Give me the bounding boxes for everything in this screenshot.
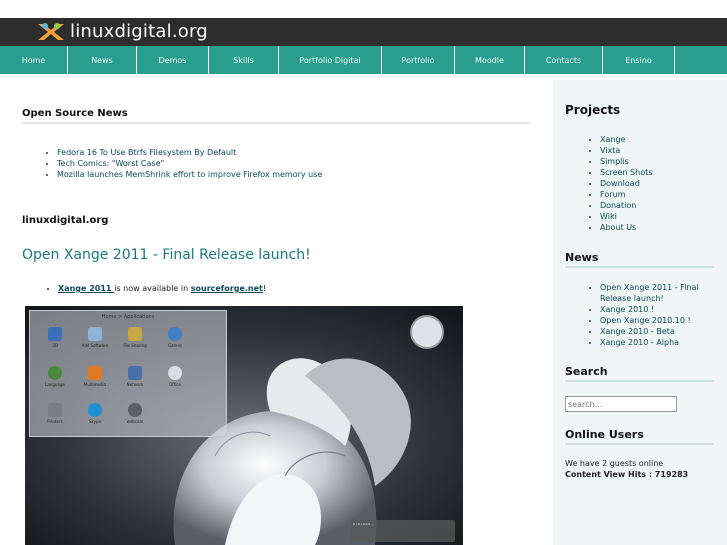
nav-demos[interactable]: Demos — [136, 46, 208, 74]
article-text-end: ! — [262, 284, 267, 293]
search-divider — [565, 380, 714, 382]
app-label: File Sharing — [123, 343, 147, 348]
project-item[interactable]: Simplis — [600, 156, 652, 167]
nav-ensino[interactable]: Ensino — [602, 46, 674, 74]
app-multimedia[interactable]: Multimedia — [76, 366, 114, 387]
applications-panel: Home > Applications 3D Add Software File… — [29, 310, 227, 437]
project-item[interactable]: About Us — [600, 222, 652, 233]
nav-portfolio[interactable]: Portfolio — [381, 46, 454, 74]
app-webcam[interactable]: webcam — [116, 403, 154, 424]
app-add-software[interactable]: Add Software — [76, 327, 114, 348]
content-view-hits: Content View Hits : 719283 — [565, 470, 689, 479]
sidebar-news-item[interactable]: Xange 2010 - Alpha — [600, 337, 714, 348]
project-item[interactable]: Screen Shots — [600, 167, 652, 178]
desktop-notification: 0 / 0 / 0.0.0 ... — [351, 520, 455, 542]
news-item[interactable]: Fedora 16 To Use Btrfs Filesystem By Def… — [57, 147, 322, 158]
site-header: linuxdigital.org — [0, 18, 727, 46]
project-item[interactable]: Download — [600, 178, 652, 189]
project-item[interactable]: Donation — [600, 200, 652, 211]
nav-spacer — [674, 46, 727, 74]
xange-link[interactable]: Xange 2011 — [58, 284, 114, 293]
nav-news[interactable]: News — [67, 46, 136, 74]
projects-title: Projects — [565, 103, 621, 117]
app-label: Multimedia — [83, 382, 107, 387]
app-label: Printers — [47, 419, 63, 424]
app-label: Network — [126, 382, 144, 387]
search-input[interactable] — [565, 396, 677, 412]
search-title: Search — [565, 365, 608, 378]
app-label: Games — [168, 343, 182, 348]
app-label: Add Software — [81, 343, 109, 348]
sidebar-news-item[interactable]: Open Xange 2010.10 ! — [600, 315, 714, 326]
app-3d[interactable]: 3D — [36, 327, 74, 348]
xange-logo-icon — [38, 23, 64, 40]
app-language[interactable]: Language — [36, 366, 74, 387]
online-users-title: Online Users — [565, 428, 644, 441]
app-label: Office — [169, 382, 181, 387]
nav-contacts[interactable]: Contacts — [524, 46, 602, 74]
clock-widget-icon — [410, 315, 444, 349]
online-users-divider — [565, 443, 714, 445]
site-logo[interactable]: linuxdigital.org — [36, 20, 208, 42]
nav-home[interactable]: Home — [0, 46, 67, 74]
project-item[interactable]: Forum — [600, 189, 652, 200]
article-title[interactable]: Open Xange 2011 - Final Release launch! — [22, 247, 311, 263]
app-skype[interactable]: Skype — [76, 403, 114, 424]
sidebar-news-item[interactable]: Open Xange 2011 - Final Release launch! — [600, 282, 714, 304]
app-office[interactable]: Office — [156, 366, 194, 387]
sidebar-news-item[interactable]: Xange 2010 - Beta — [600, 326, 714, 337]
article-text: is now available in — [114, 284, 191, 293]
news-divider — [22, 122, 530, 124]
sidebar-news-title: News — [565, 251, 599, 264]
app-label: Skype — [88, 419, 102, 424]
xange-screenshot: Home > Applications 3D Add Software File… — [25, 306, 463, 545]
site-heading: linuxdigital.org — [22, 215, 109, 226]
nav-skills[interactable]: Skills — [208, 46, 278, 74]
nav-moodle[interactable]: Moodle — [454, 46, 524, 74]
main-nav: Home News Demos Skills Portfolio Digital… — [0, 46, 727, 74]
site-logo-text: linuxdigital.org — [70, 20, 208, 42]
app-label: webcam — [126, 419, 144, 424]
sidebar-news-divider — [565, 266, 714, 268]
sidebar-news-list: Open Xange 2011 - Final Release launch! … — [600, 282, 714, 348]
app-network[interactable]: Network — [116, 366, 154, 387]
projects-list: Xange Vixta Simplis Screen Shots Downloa… — [600, 134, 652, 233]
app-games[interactable]: Games — [156, 327, 194, 348]
app-file-sharing[interactable]: File Sharing — [116, 327, 154, 348]
nav-portfolio-digital[interactable]: Portfolio Digital — [278, 46, 381, 74]
news-item[interactable]: Mozilla launches MemShrink effort to imp… — [57, 169, 322, 180]
article-item: Xange 2011 is now available in sourcefor… — [58, 283, 266, 294]
article-list: Xange 2011 is now available in sourcefor… — [58, 283, 266, 294]
sourceforge-link[interactable]: sourceforge.net — [191, 284, 263, 293]
news-section-title: Open Source News — [22, 108, 128, 119]
app-label: Language — [45, 382, 65, 387]
news-list: Fedora 16 To Use Btrfs Filesystem By Def… — [57, 147, 322, 180]
project-item[interactable]: Vixta — [600, 145, 652, 156]
news-item[interactable]: Tech Comics: "Worst Case" — [57, 158, 322, 169]
online-users-text: We have 2 guests online — [565, 459, 664, 468]
project-item[interactable]: Wiki — [600, 211, 652, 222]
project-item[interactable]: Xange — [600, 134, 652, 145]
app-printers[interactable]: Printers — [36, 403, 74, 424]
app-label: 3D — [52, 343, 58, 348]
applications-panel-title: Home > Applications — [101, 314, 155, 320]
sidebar-news-item[interactable]: Xange 2010 ! — [600, 304, 714, 315]
